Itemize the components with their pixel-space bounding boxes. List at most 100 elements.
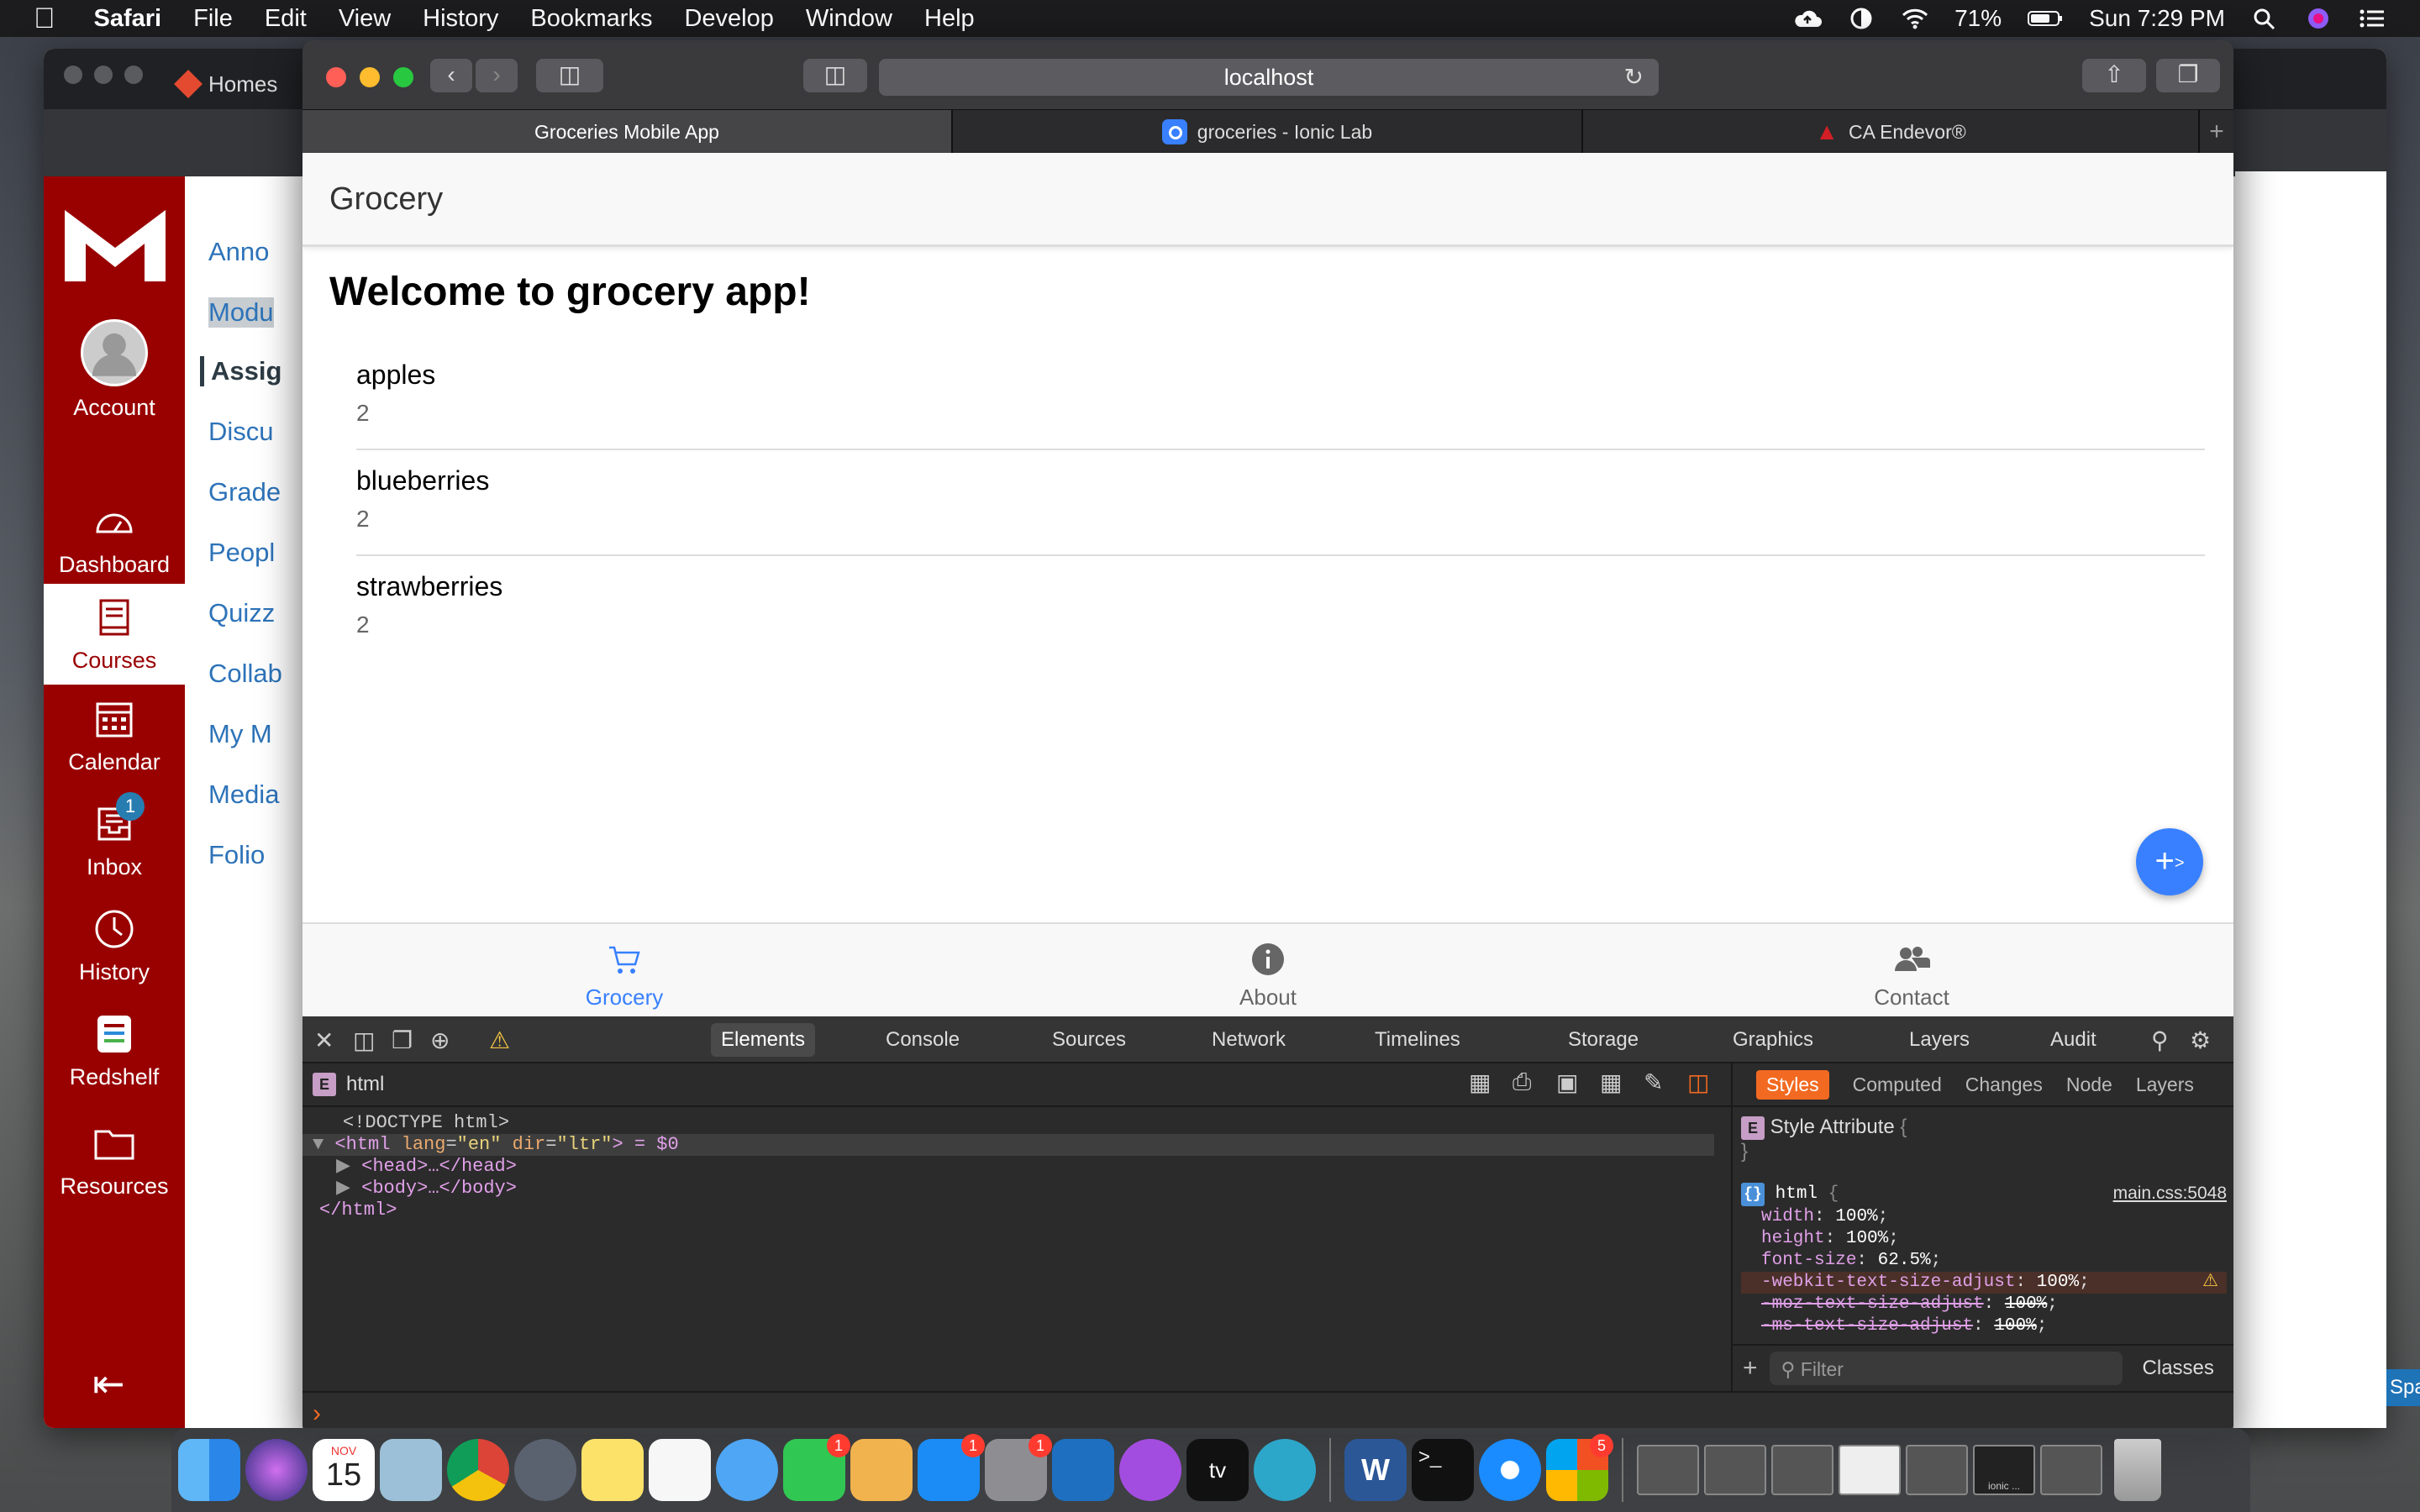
- css-property-invalid[interactable]: -ms-text-size-adjust: 100%;: [1741, 1315, 2227, 1337]
- university-logo-icon[interactable]: [60, 202, 170, 286]
- safari-zoom-button[interactable]: [393, 67, 413, 87]
- nav-courses[interactable]: Courses: [44, 584, 185, 685]
- add-rule-icon[interactable]: +: [1743, 1354, 1758, 1383]
- messages-icon[interactable]: [716, 1439, 778, 1501]
- tab-ionic-lab[interactable]: groceries - Ionic Lab: [953, 110, 1583, 154]
- menu-bookmarks[interactable]: Bookmarks: [530, 5, 652, 33]
- css-property[interactable]: height: 100%;: [1741, 1228, 2227, 1250]
- course-nav-folio[interactable]: Folio: [208, 840, 265, 870]
- privacy-shield-icon[interactable]: ◫: [803, 59, 867, 92]
- tab-network[interactable]: Network: [1202, 1023, 1296, 1057]
- dom-doctype[interactable]: <!DOCTYPE html>: [313, 1112, 1714, 1134]
- microsoft-office-icon[interactable]: 5: [1546, 1434, 1613, 1501]
- dom-head-node[interactable]: ▶ <head>…</head>: [313, 1156, 1714, 1178]
- grocery-list-item[interactable]: apples 2: [356, 344, 2205, 450]
- minimized-window-thumbnail[interactable]: [1637, 1445, 1699, 1495]
- calendar-dock-icon[interactable]: NOV 15: [313, 1439, 375, 1501]
- detach-window-icon[interactable]: ❐: [392, 1026, 413, 1054]
- safari-minimize-button[interactable]: [360, 67, 380, 87]
- launchpad-icon[interactable]: [514, 1439, 576, 1501]
- tab-contact[interactable]: Contact: [1590, 924, 2233, 1018]
- course-nav-grades[interactable]: Grade: [208, 477, 281, 507]
- css-property[interactable]: width: 100%;: [1741, 1206, 2227, 1228]
- paint-brush-icon[interactable]: ✎: [1644, 1068, 1663, 1096]
- minimized-window-thumbnail[interactable]: [2040, 1445, 2102, 1495]
- chrome-close-button[interactable]: [64, 66, 82, 84]
- tab-layers-sidebar[interactable]: Layers: [2136, 1074, 2194, 1096]
- tab-groceries-mobile-app[interactable]: Groceries Mobile App: [302, 110, 953, 154]
- tab-node[interactable]: Node: [2066, 1074, 2112, 1096]
- chrome-dock-icon[interactable]: [447, 1439, 509, 1501]
- tab-computed[interactable]: Computed: [1853, 1074, 1942, 1096]
- add-item-button[interactable]: +>: [2136, 828, 2203, 895]
- course-nav-people[interactable]: Peopl: [208, 538, 275, 568]
- dock-bottom-icon[interactable]: ◫: [353, 1026, 375, 1054]
- styles-filter-input[interactable]: ⚲ Filter: [1769, 1352, 2123, 1385]
- css-property[interactable]: font-size: 62.5%;: [1741, 1250, 2227, 1272]
- close-inspector-icon[interactable]: ✕: [314, 1026, 334, 1054]
- preview-icon[interactable]: [380, 1439, 442, 1501]
- course-nav-collaborations[interactable]: Collab: [208, 659, 282, 689]
- layout-overlay-icon[interactable]: ▦: [1469, 1068, 1491, 1096]
- settings-gear-icon[interactable]: ⚙: [2190, 1026, 2211, 1054]
- tab-changes[interactable]: Changes: [1965, 1074, 2043, 1096]
- tab-about[interactable]: About: [946, 924, 1590, 1018]
- menu-app-name[interactable]: Safari: [94, 5, 162, 33]
- tab-ca-endevor[interactable]: ▲ CA Endevor®: [1583, 110, 2200, 154]
- css-property-warning[interactable]: -webkit-text-size-adjust: 100%; ⚠: [1741, 1272, 2227, 1294]
- nav-history[interactable]: History: [44, 907, 185, 985]
- nav-inbox[interactable]: 1 Inbox: [44, 792, 185, 880]
- sidebar-toggle-icon[interactable]: ◫: [536, 59, 603, 92]
- app-store-icon[interactable]: 1: [918, 1434, 985, 1501]
- apple-tv-icon[interactable]: tv: [1186, 1439, 1249, 1501]
- dom-body-node[interactable]: ▶ <body>…</body>: [313, 1178, 1714, 1200]
- course-nav-quizzes[interactable]: Quizz: [208, 598, 275, 628]
- menu-help[interactable]: Help: [924, 5, 975, 33]
- vscode-icon[interactable]: [1052, 1439, 1114, 1501]
- battery-icon[interactable]: [2027, 7, 2064, 30]
- rule-selector[interactable]: html: [1776, 1184, 1818, 1204]
- facetime-icon[interactable]: 1: [783, 1434, 850, 1501]
- tab-timelines[interactable]: Timelines: [1365, 1023, 1470, 1057]
- chrome-minimize-button[interactable]: [94, 66, 113, 84]
- tab-audit[interactable]: Audit: [2040, 1023, 2107, 1057]
- grocery-list-item[interactable]: blueberries 2: [356, 450, 2205, 556]
- tab-console[interactable]: Console: [876, 1023, 970, 1057]
- tab-storage[interactable]: Storage: [1558, 1023, 1649, 1057]
- style-attribute-rule[interactable]: E Style Attribute {}: [1741, 1116, 1907, 1163]
- compositing-icon[interactable]: ▣: [1556, 1068, 1578, 1096]
- system-preferences-icon[interactable]: 1: [985, 1434, 1052, 1501]
- nav-account[interactable]: Account: [44, 319, 185, 421]
- terminal-icon[interactable]: >_: [1412, 1439, 1474, 1501]
- safari-dock-icon[interactable]: [1479, 1439, 1541, 1501]
- tab-styles[interactable]: Styles: [1756, 1069, 1829, 1100]
- menu-history[interactable]: History: [423, 5, 498, 33]
- new-tab-icon[interactable]: +: [2200, 110, 2233, 153]
- menu-develop[interactable]: Develop: [684, 5, 773, 33]
- sidebar-panel-icon[interactable]: ◫: [1687, 1068, 1709, 1096]
- menu-view[interactable]: View: [339, 5, 391, 33]
- course-nav-media-gallery[interactable]: Media: [208, 780, 279, 810]
- sync-icon[interactable]: [1847, 7, 1876, 30]
- grocery-list-item[interactable]: strawberries 2: [356, 556, 2205, 662]
- classes-toggle[interactable]: Classes: [2143, 1357, 2214, 1380]
- warning-icon[interactable]: ⚠: [489, 1026, 510, 1054]
- dom-html-node[interactable]: ▼ <html lang="en" dir="ltr"> = $0: [302, 1134, 1714, 1156]
- tab-elements[interactable]: Elements: [711, 1023, 816, 1057]
- trash-icon[interactable]: [2114, 1439, 2161, 1501]
- safari-back-icon[interactable]: ‹: [430, 59, 472, 92]
- tab-graphics[interactable]: Graphics: [1723, 1023, 1823, 1057]
- course-nav-my-media[interactable]: My M: [208, 719, 272, 749]
- course-nav-announcements[interactable]: Anno: [208, 237, 269, 267]
- css-property-invalid[interactable]: -moz-text-size-adjust: 100%;: [1741, 1294, 2227, 1315]
- course-nav-assignments[interactable]: Assig: [200, 356, 281, 386]
- minimized-window-thumbnail[interactable]: [1704, 1445, 1766, 1495]
- collapse-nav-icon[interactable]: ⇤: [92, 1361, 125, 1406]
- tab-layers[interactable]: Layers: [1899, 1023, 1980, 1057]
- word-icon[interactable]: W: [1344, 1439, 1407, 1501]
- chrome-zoom-button[interactable]: [124, 66, 143, 84]
- grid-overlay-icon[interactable]: ▦: [1600, 1068, 1622, 1096]
- tab-sources[interactable]: Sources: [1042, 1023, 1136, 1057]
- menu-edit[interactable]: Edit: [265, 5, 307, 33]
- webex-icon[interactable]: [1254, 1439, 1316, 1501]
